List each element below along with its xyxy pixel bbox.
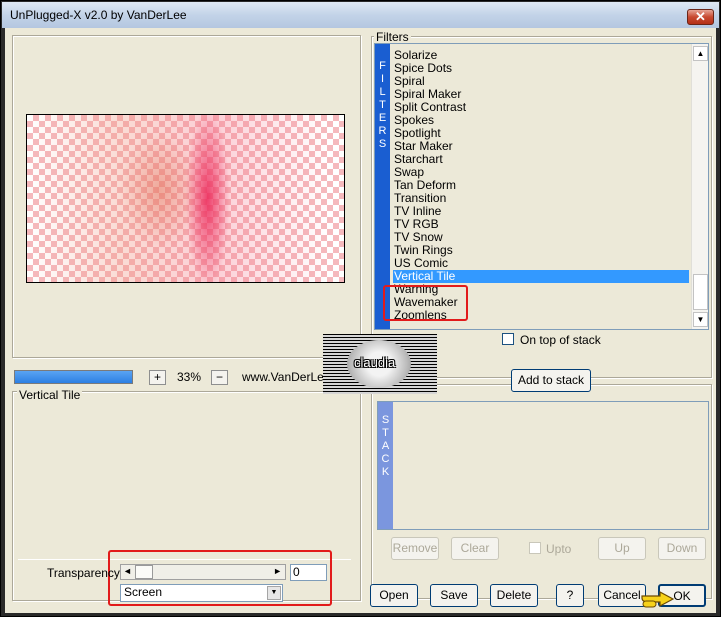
close-button[interactable]: ✕ [687, 9, 714, 25]
slider-left-arrow-icon[interactable]: ◄ [123, 566, 132, 576]
app-window: UnPlugged-X v2.0 by VanDerLee ✕ + 33% − … [0, 0, 721, 617]
blend-mode-value: Screen [124, 585, 163, 599]
save-button[interactable]: Save [430, 584, 478, 607]
remove-button[interactable]: Remove [391, 537, 439, 560]
client-area: + 33% − www.VanDerLee.com Vertical Tile … [5, 28, 716, 613]
zoom-in-button[interactable]: + [149, 370, 166, 385]
stack-strip-letter: A [381, 440, 390, 452]
stack-strip-letter: K [381, 466, 390, 478]
add-to-stack-button[interactable]: Add to stack [511, 369, 591, 392]
clear-button[interactable]: Clear [451, 537, 499, 560]
filters-strip-letter: S [378, 138, 387, 150]
filters-group-label: Filters [374, 30, 411, 44]
transparency-value-input[interactable]: 0 [290, 564, 327, 581]
slider-right-arrow-icon[interactable]: ► [273, 566, 282, 576]
stack-strip-letter: C [381, 453, 390, 465]
stack-list[interactable]: S T A C K [377, 401, 709, 530]
stack-strip-letter: S [381, 414, 390, 426]
scroll-thumb[interactable] [693, 274, 708, 310]
progress-bar [14, 370, 133, 384]
selected-filter-highlight [383, 285, 468, 321]
slider-thumb[interactable] [135, 565, 153, 579]
filters-strip-letter: E [378, 112, 387, 124]
upto-checkbox[interactable] [529, 542, 541, 554]
window-title: UnPlugged-X v2.0 by VanDerLee [10, 8, 187, 22]
filters-strip-letter: T [379, 99, 386, 111]
watermark: claudia [323, 334, 437, 394]
filters-strip-letter: R [378, 125, 387, 137]
zoom-value: 33% [177, 370, 202, 384]
scroll-down-icon[interactable]: ▼ [693, 312, 708, 327]
open-button[interactable]: Open [370, 584, 418, 607]
transparency-label: Transparency [47, 566, 120, 580]
on-top-of-stack-label: On top of stack [520, 333, 601, 347]
progress-fill [15, 371, 132, 383]
pointing-hand-icon [641, 590, 675, 608]
delete-button[interactable]: Delete [490, 584, 538, 607]
up-button[interactable]: Up [598, 537, 646, 560]
scroll-up-icon[interactable]: ▲ [693, 46, 708, 61]
stack-strip: S T A C K [378, 402, 393, 529]
filters-scrollbar[interactable]: ▲ ▼ [691, 44, 708, 329]
title-bar[interactable]: UnPlugged-X v2.0 by VanDerLee ✕ [2, 2, 719, 28]
help-button[interactable]: ? [556, 584, 584, 607]
watermark-text: claudia [354, 355, 396, 370]
chevron-down-icon[interactable]: ▼ [267, 586, 281, 600]
down-button[interactable]: Down [658, 537, 706, 560]
effect-title: Vertical Tile [17, 388, 83, 402]
on-top-of-stack-checkbox[interactable] [502, 333, 514, 345]
filters-strip-letter: L [379, 86, 386, 98]
zoom-out-button[interactable]: − [211, 370, 228, 385]
cancel-button[interactable]: Cancel [598, 584, 646, 607]
stack-strip-letter: T [382, 427, 389, 439]
filters-strip-letter: F [379, 60, 386, 72]
filters-strip-letter: I [380, 73, 385, 85]
blend-mode-select[interactable]: Screen ▼ [120, 584, 283, 602]
upto-label: Upto [546, 542, 572, 556]
preview-image [26, 114, 345, 283]
